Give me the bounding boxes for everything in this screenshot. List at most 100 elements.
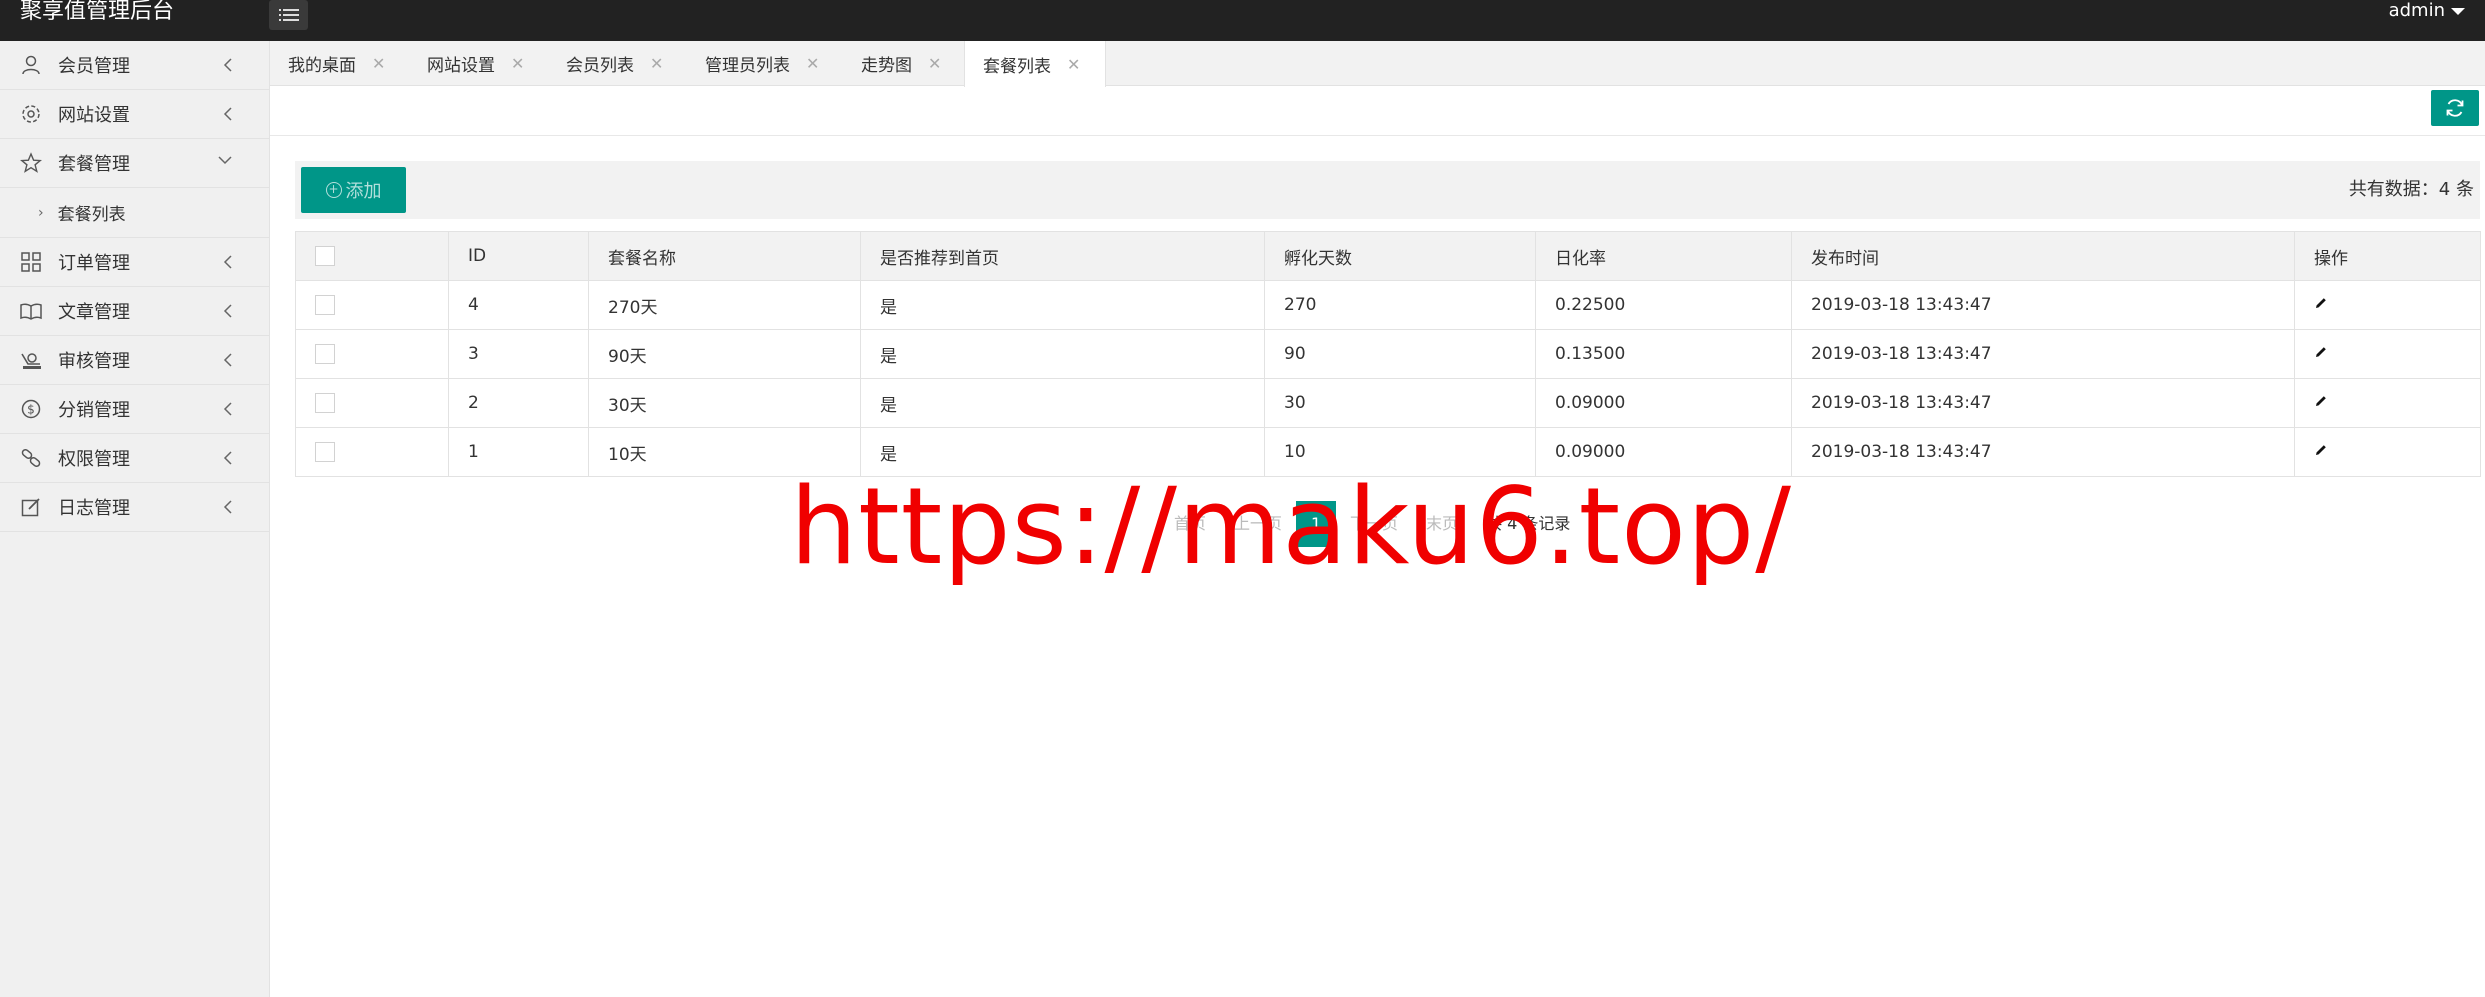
- sidebar-item-label: 订单管理: [58, 253, 130, 274]
- link-icon: [20, 447, 42, 469]
- column-header: 孵化天数: [1264, 231, 1536, 281]
- chevron-right-icon: ›: [38, 204, 44, 221]
- tab-site-settings[interactable]: 网站设置 ✕: [409, 41, 524, 86]
- cell-id: 4: [448, 280, 589, 330]
- cell-recommend: 是: [860, 280, 1265, 330]
- table-header-row: ID 套餐名称 是否推荐到首页 孵化天数 日化率 发布时间 操作: [295, 231, 2481, 281]
- chevron-left-icon: [223, 304, 232, 318]
- grid-icon: [20, 251, 42, 273]
- chevron-left-icon: [223, 107, 232, 121]
- tab-trend-chart[interactable]: 走势图 ✕: [843, 41, 941, 86]
- tab-package-list[interactable]: 套餐列表 ✕: [964, 41, 1106, 87]
- row-checkbox[interactable]: [315, 295, 335, 315]
- close-icon[interactable]: ✕: [372, 54, 385, 73]
- cell-time: 2019-03-18 13:43:47: [1791, 329, 2295, 379]
- table-toolbar: + 添加 共有数据：4 条: [295, 161, 2480, 219]
- cell-actions: [2294, 427, 2481, 477]
- caret-down-icon: [2451, 7, 2465, 15]
- watermark-text: https://maku6.top/: [790, 465, 1793, 588]
- sidebar: 会员管理 网站设置 套餐管理 › 套餐列表 订单管理 文章管理 审核管理 $ 分…: [0, 41, 270, 997]
- chevron-left-icon: [223, 402, 232, 416]
- user-icon: [20, 54, 42, 76]
- app-title: 聚享值管理后台: [20, 0, 175, 24]
- username: admin: [2388, 0, 2445, 21]
- column-header: ID: [448, 231, 589, 281]
- sidebar-item-review[interactable]: 审核管理: [0, 336, 269, 385]
- column-header: 是否推荐到首页: [860, 231, 1265, 281]
- sidebar-item-label: 分销管理: [58, 400, 130, 421]
- header-select-all: [295, 231, 449, 281]
- stamp-icon: [20, 349, 42, 371]
- cell-name: 30天: [588, 378, 861, 428]
- add-button[interactable]: + 添加: [301, 167, 406, 213]
- star-icon: [20, 152, 42, 174]
- sidebar-item-articles[interactable]: 文章管理: [0, 287, 269, 336]
- edit-pencil-icon[interactable]: [2314, 443, 2328, 457]
- close-icon[interactable]: ✕: [511, 54, 524, 73]
- edit-pencil-icon[interactable]: [2314, 394, 2328, 408]
- add-button-label: 添加: [345, 181, 382, 202]
- close-icon[interactable]: ✕: [650, 54, 663, 73]
- sidebar-item-permissions[interactable]: 权限管理: [0, 434, 269, 483]
- chevron-left-icon: [223, 255, 232, 269]
- svg-text:$: $: [27, 403, 35, 417]
- chevron-left-icon: [223, 58, 232, 72]
- tab-label: 会员列表: [566, 56, 634, 76]
- cell-id: 3: [448, 329, 589, 379]
- table-row: 4 270天 是 270 0.22500 2019-03-18 13:43:47: [295, 280, 2481, 330]
- table-row: 2 30天 是 30 0.09000 2019-03-18 13:43:47: [295, 378, 2481, 428]
- close-icon[interactable]: ✕: [1067, 55, 1080, 74]
- column-header: 操作: [2294, 231, 2481, 281]
- sidebar-item-label: 套餐管理: [58, 154, 130, 175]
- row-select: [295, 329, 449, 379]
- tab-label: 我的桌面: [288, 56, 356, 76]
- refresh-icon: [2446, 99, 2464, 117]
- cell-days: 30: [1264, 378, 1536, 428]
- sidebar-item-orders[interactable]: 订单管理: [0, 238, 269, 287]
- cell-time: 2019-03-18 13:43:47: [1791, 378, 2295, 428]
- sidebar-subitem-package-list[interactable]: › 套餐列表: [0, 188, 269, 238]
- tab-label: 套餐列表: [983, 56, 1051, 77]
- cell-id: 2: [448, 378, 589, 428]
- menu-toggle-button[interactable]: [269, 0, 308, 30]
- dollar-icon: $: [20, 398, 42, 420]
- edit-icon: [20, 496, 42, 518]
- table-row: 3 90天 是 90 0.13500 2019-03-18 13:43:47: [295, 329, 2481, 379]
- cell-rate: 0.13500: [1535, 329, 1792, 379]
- sidebar-item-label: 权限管理: [58, 449, 130, 470]
- sidebar-item-packages[interactable]: 套餐管理: [0, 139, 269, 188]
- column-header: 日化率: [1535, 231, 1792, 281]
- row-select: [295, 427, 449, 477]
- chevron-left-icon: [223, 451, 232, 465]
- row-select: [295, 280, 449, 330]
- row-checkbox[interactable]: [315, 344, 335, 364]
- tab-label: 走势图: [861, 56, 912, 76]
- row-checkbox[interactable]: [315, 393, 335, 413]
- cell-rate: 0.22500: [1535, 280, 1792, 330]
- edit-pencil-icon[interactable]: [2314, 296, 2328, 310]
- cell-actions: [2294, 378, 2481, 428]
- tab-admin-list[interactable]: 管理员列表 ✕: [687, 41, 819, 86]
- close-icon[interactable]: ✕: [806, 54, 819, 73]
- row-checkbox[interactable]: [315, 442, 335, 462]
- sidebar-item-label: 网站设置: [58, 105, 130, 126]
- tab-my-desktop[interactable]: 我的桌面 ✕: [270, 41, 385, 86]
- select-all-checkbox[interactable]: [315, 246, 335, 266]
- cell-actions: [2294, 280, 2481, 330]
- refresh-button[interactable]: [2431, 90, 2479, 126]
- close-icon[interactable]: ✕: [928, 54, 941, 73]
- sidebar-item-logs[interactable]: 日志管理: [0, 483, 269, 532]
- chevron-left-icon: [223, 353, 232, 367]
- sidebar-item-members[interactable]: 会员管理: [0, 41, 269, 90]
- cell-name: 90天: [588, 329, 861, 379]
- edit-pencil-icon[interactable]: [2314, 345, 2328, 359]
- sidebar-item-label: 日志管理: [58, 498, 130, 519]
- cell-recommend: 是: [860, 378, 1265, 428]
- sidebar-item-site-settings[interactable]: 网站设置: [0, 90, 269, 139]
- sidebar-item-distribution[interactable]: $ 分销管理: [0, 385, 269, 434]
- chevron-left-icon: [223, 500, 232, 514]
- package-table: ID 套餐名称 是否推荐到首页 孵化天数 日化率 发布时间 操作 4 270天 …: [295, 231, 2481, 477]
- tab-member-list[interactable]: 会员列表 ✕: [548, 41, 663, 86]
- user-menu[interactable]: admin: [2389, 0, 2465, 24]
- row-select: [295, 378, 449, 428]
